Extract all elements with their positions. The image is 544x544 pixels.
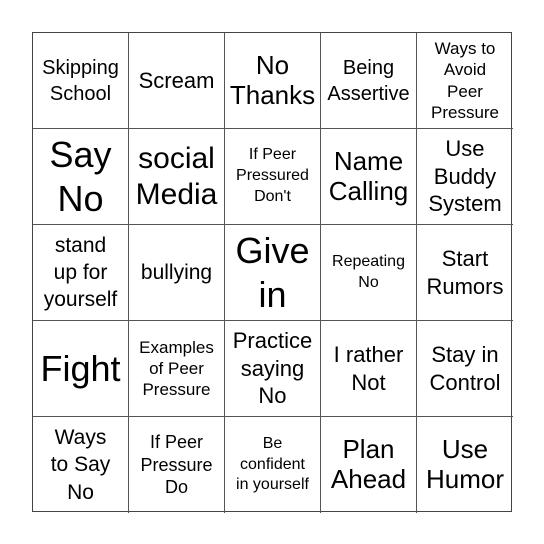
cell-line: Pressure — [142, 380, 211, 400]
cell-line: Use — [441, 434, 489, 465]
cell-line: Peer — [447, 81, 483, 101]
bingo-cell-if-peer-pressure-do[interactable]: If Peer Pressure Do — [129, 417, 225, 513]
cell-line: System — [428, 191, 502, 217]
bingo-cell-give-in[interactable]: Give in — [225, 225, 321, 321]
cell-line: Don't — [254, 187, 291, 205]
cell-line: Be — [262, 434, 283, 452]
cell-line: Not — [351, 369, 386, 395]
bingo-cell-being-assertive[interactable]: Being Assertive — [321, 33, 417, 129]
bingo-cell-stand-up-for-yourself[interactable]: stand up for yourself — [33, 225, 129, 321]
cell-line: Stay in — [431, 342, 499, 367]
bingo-cell-if-peer-pressured-dont[interactable]: If Peer Pressured Don't — [225, 129, 321, 225]
bingo-cell-practice-saying-no[interactable]: Practice saying No — [225, 321, 321, 417]
cell-line: Scream — [138, 67, 215, 93]
cell-line: Thanks — [229, 79, 316, 110]
cell-line: If Peer — [149, 432, 204, 453]
cell-line: No — [258, 383, 287, 409]
bingo-cell-i-rather-not[interactable]: I rather Not — [321, 321, 417, 417]
cell-line: Plan — [342, 434, 395, 465]
cell-line: Do — [164, 477, 188, 498]
bingo-cell-fight[interactable]: Fight — [33, 321, 129, 417]
bingo-cell-bullying[interactable]: bullying — [129, 225, 225, 321]
bingo-cell-ways-to-say-no[interactable]: Ways to Say No — [33, 417, 129, 513]
cell-line: to Say — [50, 453, 111, 477]
bingo-cell-plan-ahead[interactable]: Plan Ahead — [321, 417, 417, 513]
cell-line: Media — [135, 177, 218, 211]
bingo-cell-repeating-no[interactable]: Repeating No — [321, 225, 417, 321]
cell-line: of Peer — [149, 358, 204, 378]
cell-line: Control — [429, 369, 501, 395]
cell-line: Calling — [328, 175, 409, 206]
cell-line: If Peer — [248, 146, 297, 164]
cell-line: Being — [342, 56, 395, 79]
bingo-board: Skipping School Scream No Thanks Being Asse… — [32, 32, 513, 513]
cell-line: in — [258, 273, 287, 315]
cell-line: yourself — [43, 288, 118, 312]
cell-line: Pressured — [236, 167, 309, 185]
cell-line: bullying — [140, 260, 213, 284]
cell-line: Avoid — [443, 60, 487, 80]
bingo-cell-be-confident-in-yourself[interactable]: Be confident in yourself — [225, 417, 321, 513]
cell-line: confident — [240, 455, 305, 473]
bingo-cell-use-humor[interactable]: Use Humor — [417, 417, 513, 513]
bingo-cell-scream[interactable]: Scream — [129, 33, 225, 129]
bingo-cell-ways-to-avoid-peer-pressure[interactable]: Ways to Avoid Peer Pressure — [417, 33, 513, 129]
cell-line: No — [358, 273, 379, 291]
cell-line: Start — [441, 246, 489, 271]
cell-line: I rather — [333, 342, 404, 367]
cell-line: Name — [333, 145, 404, 176]
cell-line: School — [49, 82, 112, 105]
bingo-cell-no-thanks[interactable]: No Thanks — [225, 33, 321, 129]
cell-line: up for — [53, 260, 108, 284]
bingo-cell-stay-in-control[interactable]: Stay in Control — [417, 321, 513, 417]
cell-line: Buddy — [433, 163, 497, 189]
bingo-cell-say-no[interactable]: Say No — [33, 129, 129, 225]
cell-line: No — [255, 49, 290, 80]
cell-line: Skipping — [42, 56, 119, 79]
cell-line: Say — [49, 134, 112, 176]
cell-line: Assertive — [327, 82, 410, 105]
cell-line: Examples — [139, 337, 214, 357]
cell-line: Pressure — [430, 102, 500, 122]
cell-line: No — [67, 480, 94, 504]
bingo-cell-social-media[interactable]: social Media — [129, 129, 225, 225]
cell-line: Give — [235, 230, 310, 272]
cell-line: Ways to — [434, 39, 496, 58]
bingo-cell-use-buddy-system[interactable]: Use Buddy System — [417, 129, 513, 225]
cell-line: Humor — [425, 464, 504, 494]
bingo-cell-name-calling[interactable]: Name Calling — [321, 129, 417, 225]
cell-line: Repeating — [332, 252, 405, 270]
cell-line: stand — [54, 233, 107, 257]
cell-line: No — [57, 177, 104, 219]
cell-line: Pressure — [140, 454, 213, 475]
bingo-cell-start-rumors[interactable]: Start Rumors — [417, 225, 513, 321]
cell-line: saying — [240, 355, 305, 381]
cell-line: Practice — [232, 328, 313, 354]
bingo-cell-examples-of-peer-pressure[interactable]: Examples of Peer Pressure — [129, 321, 225, 417]
cell-line: in yourself — [236, 476, 309, 494]
cell-line: Ahead — [330, 464, 407, 494]
cell-line: Rumors — [426, 273, 504, 299]
cell-line: Ways — [54, 426, 107, 450]
bingo-cell-skipping-school[interactable]: Skipping School — [33, 33, 129, 129]
cell-line: Fight — [40, 347, 121, 389]
cell-line: Use — [445, 136, 485, 162]
cell-line: social — [138, 141, 215, 175]
